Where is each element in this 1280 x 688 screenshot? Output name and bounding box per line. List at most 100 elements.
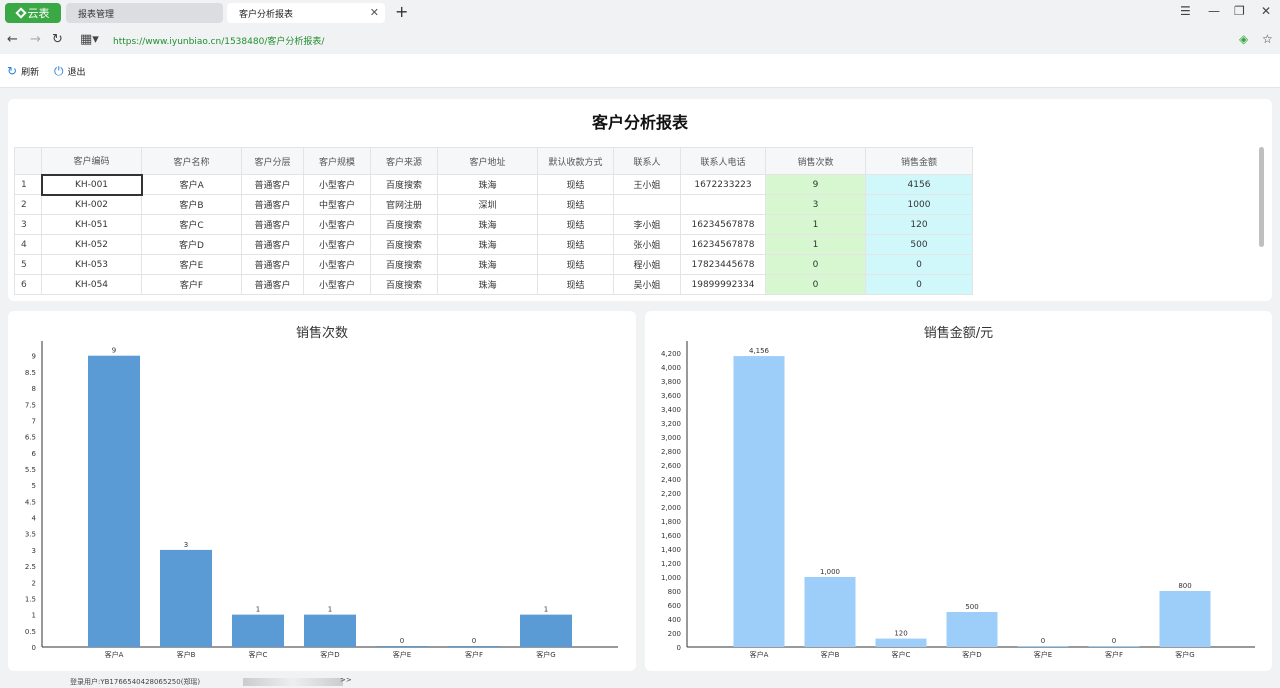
table-cell[interactable]: 百度搜索	[370, 274, 438, 295]
table-cell[interactable]: 120	[865, 214, 973, 235]
table-cell[interactable]: 17823445678	[680, 254, 766, 275]
table-cell[interactable]: 客户B	[141, 194, 242, 215]
table-cell[interactable]: 珠海	[437, 254, 538, 275]
table-cell[interactable]: 现结	[537, 234, 614, 255]
table-cell[interactable]: 普通客户	[241, 174, 304, 195]
table-cell[interactable]: 1672233223	[680, 174, 766, 195]
table-cell[interactable]: 王小姐	[613, 174, 681, 195]
table-cell[interactable]	[680, 194, 766, 215]
table-cell[interactable]: 16234567878	[680, 234, 766, 255]
table-cell[interactable]: KH-002	[41, 194, 142, 215]
close-icon[interactable]: ✕	[370, 6, 379, 19]
table-cell[interactable]: 珠海	[437, 174, 538, 195]
column-header[interactable]: 销售次数	[765, 147, 866, 175]
table-cell[interactable]: 普通客户	[241, 254, 304, 275]
table-cell[interactable]: 19899992334	[680, 274, 766, 295]
table-cell[interactable]: 百度搜索	[370, 214, 438, 235]
menu-icon[interactable]: ☰	[1180, 4, 1191, 18]
table-cell[interactable]: 小型客户	[303, 234, 371, 255]
table-cell[interactable]: KH-052	[41, 234, 142, 255]
table-cell[interactable]: 百度搜索	[370, 234, 438, 255]
refresh-button[interactable]: ↻ 刷新	[7, 64, 39, 78]
table-cell[interactable]: 现结	[537, 174, 614, 195]
table-cell[interactable]: 普通客户	[241, 274, 304, 295]
table-cell[interactable]: 普通客户	[241, 234, 304, 255]
table-cell[interactable]: 客户C	[141, 214, 242, 235]
forward-icon[interactable]: →	[30, 32, 41, 47]
table-cell[interactable]: 中型客户	[303, 194, 371, 215]
table-cell[interactable]: 小型客户	[303, 174, 371, 195]
power-icon: ⏻	[54, 64, 64, 78]
table-cell[interactable]: 3	[765, 194, 866, 215]
vertical-scrollbar[interactable]	[1259, 147, 1264, 247]
column-header[interactable]: 客户编码	[41, 147, 142, 175]
tab-customer-analysis[interactable]: 客户分析报表 ✕	[227, 3, 385, 23]
table-cell[interactable]	[613, 194, 681, 215]
table-cell[interactable]: 小型客户	[303, 254, 371, 275]
table-cell[interactable]: KH-051	[41, 214, 142, 235]
table-cell[interactable]: 珠海	[437, 234, 538, 255]
column-header[interactable]: 销售金额	[865, 147, 973, 175]
column-header[interactable]: 客户规模	[303, 147, 371, 175]
table-cell[interactable]: 现结	[537, 254, 614, 275]
table-cell[interactable]: 小型客户	[303, 214, 371, 235]
column-header[interactable]: 客户分层	[241, 147, 304, 175]
minimize-icon[interactable]: —	[1208, 4, 1220, 18]
column-header[interactable]: 联系人	[613, 147, 681, 175]
table-cell[interactable]: 现结	[537, 214, 614, 235]
exit-button[interactable]: ⏻ 退出	[54, 64, 86, 79]
table-cell[interactable]: 现结	[537, 194, 614, 215]
table-cell[interactable]: 0	[765, 254, 866, 275]
table-cell[interactable]: 小型客户	[303, 274, 371, 295]
column-header[interactable]: 客户地址	[437, 147, 538, 175]
table-cell[interactable]: 4156	[865, 174, 973, 195]
star-icon[interactable]: ☆	[1262, 32, 1273, 46]
table-cell[interactable]: 500	[865, 234, 973, 255]
table-cell[interactable]: 1	[765, 234, 866, 255]
window-close-icon[interactable]: ✕	[1261, 4, 1271, 18]
table-cell[interactable]: 客户F	[141, 274, 242, 295]
extension-icon[interactable]: ◈	[1239, 32, 1248, 46]
table-cell[interactable]: 客户E	[141, 254, 242, 275]
column-header[interactable]: 联系人电话	[680, 147, 766, 175]
column-header[interactable]: 客户名称	[141, 147, 242, 175]
app-badge[interactable]: 云表	[5, 3, 61, 23]
reload-icon[interactable]: ↻	[52, 32, 63, 47]
table-cell[interactable]: KH-053	[41, 254, 142, 275]
table-cell[interactable]: 李小姐	[613, 214, 681, 235]
table-cell[interactable]: 16234567878	[680, 214, 766, 235]
table-cell[interactable]: 吴小姐	[613, 274, 681, 295]
table-cell[interactable]: 1000	[865, 194, 973, 215]
table-cell[interactable]: 现结	[537, 274, 614, 295]
table-cell[interactable]: 百度搜索	[370, 174, 438, 195]
back-icon[interactable]: ←	[7, 32, 18, 47]
column-header[interactable]: 客户来源	[370, 147, 438, 175]
x-tick-label: 客户F	[1105, 650, 1123, 659]
apps-icon[interactable]: ▦▾	[80, 32, 99, 47]
table-cell[interactable]: 普通客户	[241, 214, 304, 235]
table-cell[interactable]: 普通客户	[241, 194, 304, 215]
table-cell[interactable]: 0	[865, 274, 973, 295]
table-cell[interactable]: 百度搜索	[370, 254, 438, 275]
table-cell[interactable]: 0	[865, 254, 973, 275]
table-cell[interactable]: KH-054	[41, 274, 142, 295]
table-cell[interactable]: 客户D	[141, 234, 242, 255]
table-cell[interactable]: 程小姐	[613, 254, 681, 275]
table-cell[interactable]: 珠海	[437, 274, 538, 295]
url-field[interactable]: https://www.iyunbiao.cn/1538480/客户分析报表/	[113, 34, 324, 47]
restore-icon[interactable]: ❐	[1234, 4, 1245, 18]
table-cell[interactable]: 官网注册	[370, 194, 438, 215]
y-tick-label: 3	[32, 547, 36, 555]
table-cell[interactable]: 深圳	[437, 194, 538, 215]
table-cell[interactable]: 0	[765, 274, 866, 295]
table-cell[interactable]: 珠海	[437, 214, 538, 235]
plus-icon[interactable]: +	[395, 2, 408, 21]
table-cell[interactable]: 张小姐	[613, 234, 681, 255]
table-cell[interactable]: 9	[765, 174, 866, 195]
tab-report-management[interactable]: 报表管理	[66, 3, 223, 23]
table-cell[interactable]: 1	[765, 214, 866, 235]
table-cell[interactable]: 客户A	[141, 174, 242, 195]
column-header[interactable]: 默认收款方式	[537, 147, 614, 175]
table-cell[interactable]: KH-001	[40, 173, 143, 196]
more-button[interactable]: >>	[340, 676, 352, 684]
